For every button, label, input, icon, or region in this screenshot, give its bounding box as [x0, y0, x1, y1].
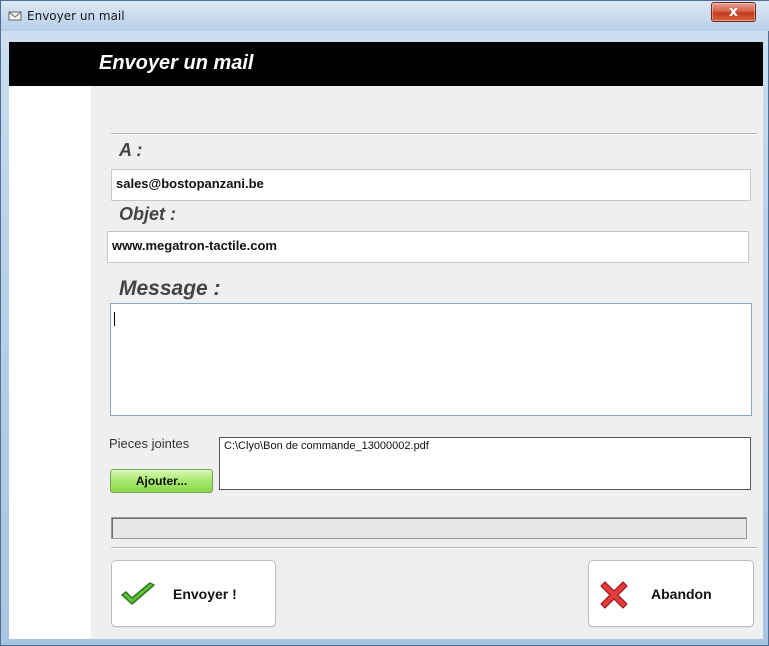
bottom-divider — [111, 547, 757, 549]
mail-app-icon — [8, 9, 22, 23]
cancel-button-label: Abandon — [651, 586, 712, 602]
add-attachment-button[interactable]: Ajouter... — [110, 469, 213, 493]
subject-label: Objet : — [119, 204, 176, 224]
mail-window: Envoyer un mail x Envoyer un mail A : sa… — [0, 0, 769, 646]
attachments-list[interactable]: C:\Clyo\Bon de commande_13000002.pdf — [219, 437, 751, 490]
send-button[interactable]: Envoyer ! — [111, 560, 276, 627]
window-close-button[interactable]: x — [711, 2, 756, 22]
to-label: A : — [119, 140, 143, 160]
window-title: Envoyer un mail — [27, 9, 125, 23]
subject-field[interactable]: www.megatron-tactile.com — [107, 231, 749, 263]
page-title: Envoyer un mail — [99, 52, 254, 74]
red-x-icon — [597, 578, 631, 617]
client-area: Envoyer un mail A : sales@bostopanzani.b… — [9, 42, 763, 639]
send-button-label: Envoyer ! — [173, 586, 237, 602]
window-titlebar[interactable]: Envoyer un mail x — [1, 1, 769, 31]
attachments-label: Pieces jointes — [109, 436, 190, 451]
cancel-button[interactable]: Abandon — [588, 560, 754, 627]
form-panel: A : sales@bostopanzani.be Objet : www.me… — [91, 86, 763, 639]
attachment-item[interactable]: C:\Clyo\Bon de commande_13000002.pdf — [224, 440, 746, 452]
message-label: Message : — [119, 277, 221, 300]
to-field[interactable]: sales@bostopanzani.be — [111, 169, 751, 201]
checkmark-icon — [120, 582, 156, 613]
top-divider — [111, 133, 757, 135]
header-bar: Envoyer un mail — [9, 42, 763, 86]
text-caret — [114, 312, 115, 326]
send-progress-bar — [111, 517, 747, 539]
message-textarea[interactable] — [110, 303, 752, 416]
